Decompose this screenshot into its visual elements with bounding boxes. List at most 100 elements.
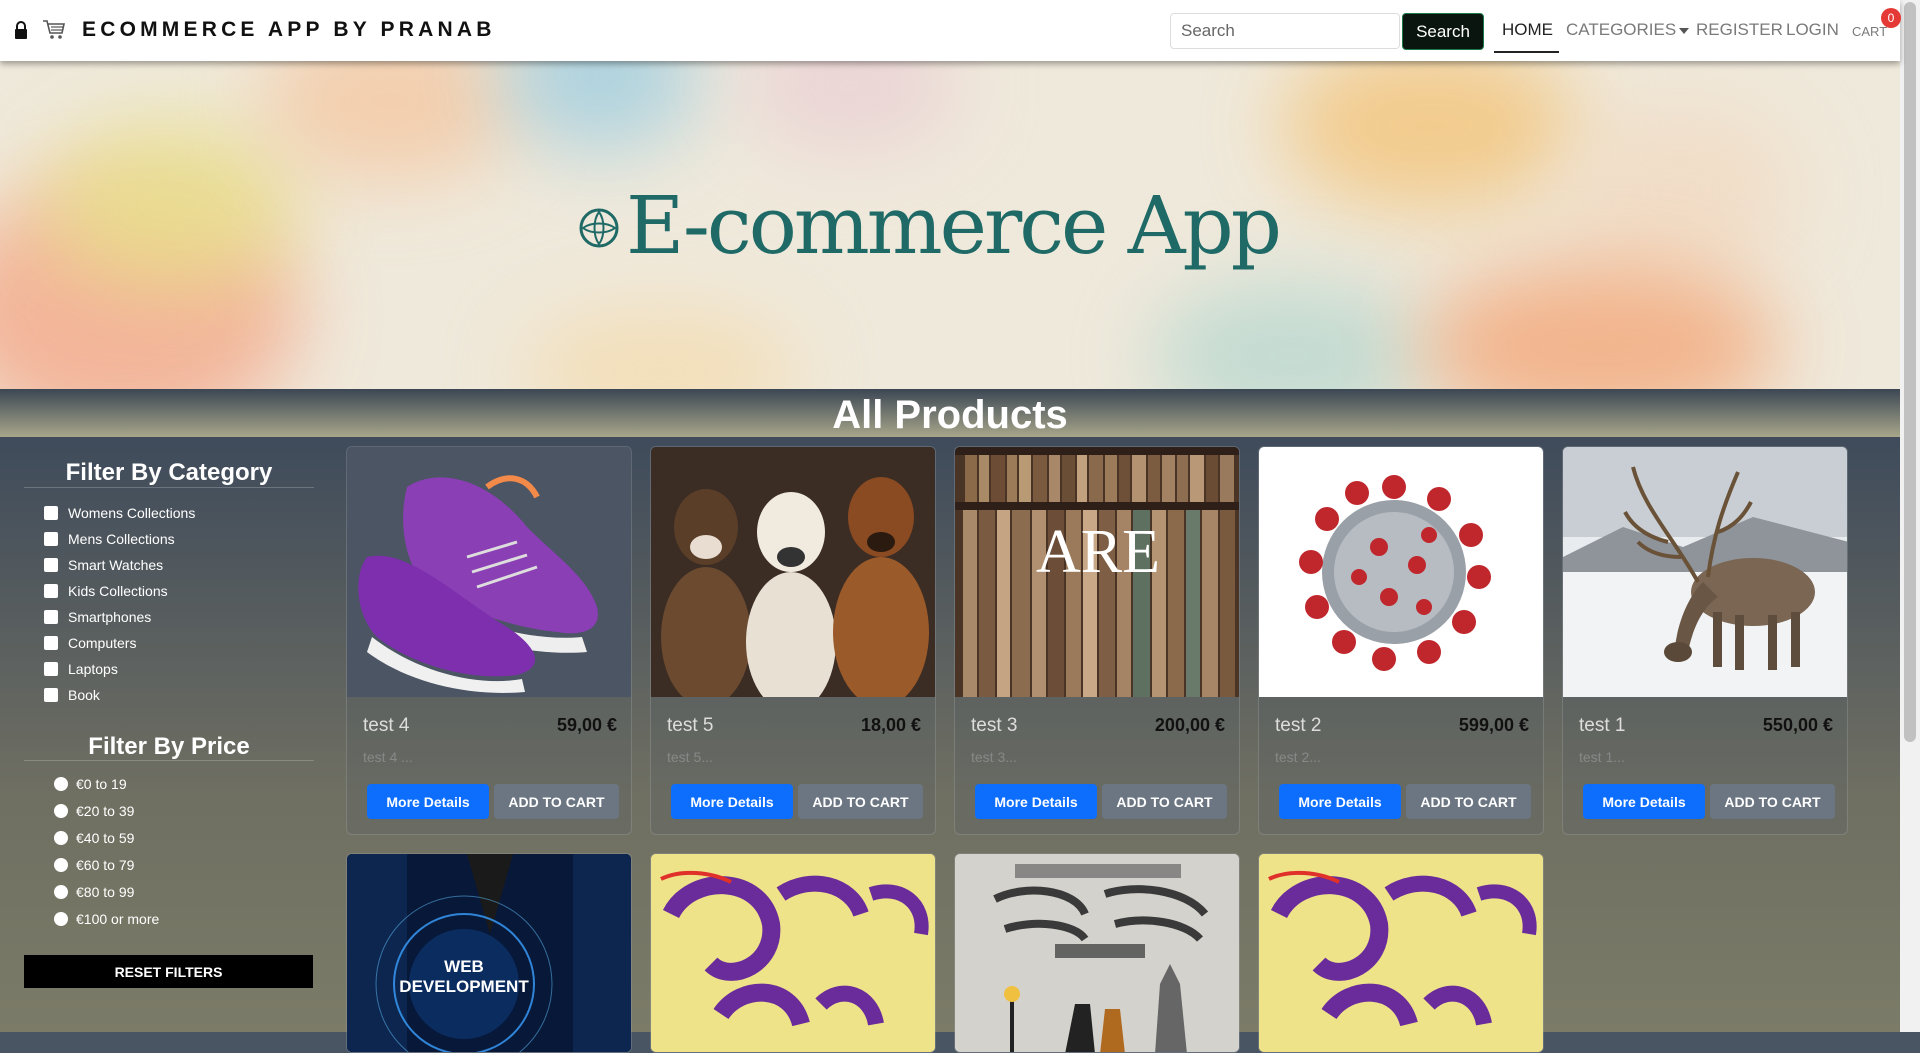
product-image[interactable] (955, 854, 1239, 1052)
more-details-button[interactable]: More Details (367, 784, 489, 819)
product-description: test 3... (971, 749, 1017, 765)
product-image[interactable] (1259, 854, 1543, 1052)
product-card: test 4 59,00 € test 4 ... More Details A… (346, 446, 632, 835)
price-filter-item[interactable]: €60 to 79 (54, 857, 134, 873)
price-label: €100 or more (76, 911, 160, 927)
category-filter-item[interactable]: Smart Watches (44, 557, 163, 573)
product-card: test 1 550,00 € test 1... More Details A… (1562, 446, 1848, 835)
vintage-book-cover-image (955, 854, 1239, 1052)
radio-button[interactable] (54, 858, 68, 872)
product-card: ARE test 3 200,00 € test 3... More Detai… (954, 446, 1240, 835)
product-price: 599,00 € (1458, 715, 1529, 735)
category-label: Laptops (68, 661, 118, 677)
add-to-cart-button[interactable]: ADD TO CART (1102, 784, 1227, 819)
product-price: 550,00 € (1762, 715, 1833, 735)
more-details-button[interactable]: More Details (671, 784, 793, 819)
category-label: Womens Collections (68, 505, 196, 521)
product-card: test 2 599,00 € test 2... More Details A… (1258, 446, 1544, 835)
more-details-button[interactable]: More Details (975, 784, 1097, 819)
price-filter-title: Filter By Price (88, 733, 250, 760)
scrollbar-thumb[interactable] (1904, 2, 1916, 742)
category-label: Smartphones (68, 609, 152, 625)
add-to-cart-button[interactable]: ADD TO CART (1710, 784, 1835, 819)
product-name: test 5 (667, 715, 714, 736)
product-image[interactable]: ARE (955, 447, 1239, 697)
product-name: test 3 (971, 715, 1018, 736)
product-image[interactable] (651, 447, 935, 697)
category-filter-title: Filter By Category (65, 459, 273, 486)
more-details-button[interactable]: More Details (1279, 784, 1401, 819)
sneakers-image (358, 475, 598, 693)
product-card (1258, 853, 1544, 1053)
image-text: DEVELOPMENT (399, 977, 529, 996)
caret-down-icon (1679, 27, 1690, 34)
radio-button[interactable] (54, 777, 68, 791)
category-filter-item[interactable]: Kids Collections (44, 583, 168, 599)
add-to-cart-button[interactable]: ADD TO CART (494, 784, 619, 819)
book-cover-image (651, 854, 935, 1052)
virus-image (1299, 475, 1491, 671)
nav-categories[interactable]: CATEGORIES (1566, 20, 1690, 40)
nav-register[interactable]: REGISTER (1696, 20, 1783, 40)
product-description: test 5... (667, 749, 713, 765)
price-filter-item[interactable]: €100 or more (54, 911, 159, 927)
product-image[interactable] (1563, 447, 1847, 697)
nav-categories-label: CATEGORIES (1566, 20, 1677, 39)
shopping-cart-icon (43, 20, 65, 39)
nav-home[interactable]: HOME (1502, 20, 1553, 40)
category-filter-item[interactable]: Mens Collections (44, 531, 175, 547)
nav-cart[interactable]: CART (1852, 24, 1887, 39)
product-image[interactable]: WEB DEVELOPMENT (347, 854, 631, 1052)
category-label: Mens Collections (68, 531, 175, 547)
category-label: Book (68, 687, 100, 703)
price-filter-item[interactable]: €40 to 59 (54, 830, 134, 846)
page-scrollbar[interactable] (1900, 0, 1920, 1032)
radio-button[interactable] (54, 831, 68, 845)
search-button[interactable]: Search (1402, 13, 1484, 50)
add-to-cart-button[interactable]: ADD TO CART (798, 784, 923, 819)
radio-button[interactable] (54, 804, 68, 818)
checkbox[interactable] (44, 532, 58, 546)
product-card (650, 853, 936, 1053)
category-filter-item[interactable]: Laptops (44, 661, 118, 677)
divider (24, 487, 314, 488)
brand[interactable]: ECOMMERCE APP BY PRANAB (14, 18, 496, 42)
price-label: €80 to 99 (76, 884, 135, 900)
product-name: test 2 (1275, 715, 1322, 736)
category-label: Kids Collections (68, 583, 168, 599)
checkbox[interactable] (44, 558, 58, 572)
price-label: €40 to 59 (76, 830, 135, 846)
checkbox[interactable] (44, 610, 58, 624)
product-image[interactable] (651, 854, 935, 1052)
active-nav-underline (1494, 51, 1559, 53)
checkbox[interactable] (44, 636, 58, 650)
book-cover-image (1259, 854, 1543, 1052)
price-filter-item[interactable]: €20 to 39 (54, 803, 134, 819)
radio-button[interactable] (54, 885, 68, 899)
product-price: 59,00 € (556, 715, 617, 735)
checkbox[interactable] (44, 662, 58, 676)
price-filter-item[interactable]: €0 to 19 (54, 776, 127, 792)
nav-login[interactable]: LOGIN (1786, 20, 1839, 40)
checkbox[interactable] (44, 506, 58, 520)
section-title: All Products (832, 393, 1068, 437)
checkbox[interactable] (44, 688, 58, 702)
category-filter-item[interactable]: Smartphones (44, 609, 151, 625)
reset-filters-button[interactable]: RESET FILTERS (24, 955, 313, 988)
category-filter-item[interactable]: Womens Collections (44, 505, 195, 521)
more-details-button[interactable]: More Details (1583, 784, 1705, 819)
category-filter-item[interactable]: Book (44, 687, 100, 703)
price-filter-item[interactable]: €80 to 99 (54, 884, 134, 900)
checkbox[interactable] (44, 584, 58, 598)
radio-button[interactable] (54, 912, 68, 926)
search-input[interactable] (1170, 13, 1400, 49)
product-image[interactable] (347, 447, 631, 697)
image-text: WEB (444, 957, 484, 976)
category-filter-item[interactable]: Computers (44, 635, 136, 651)
product-description: test 2... (1275, 749, 1321, 765)
product-price: 200,00 € (1154, 715, 1225, 735)
add-to-cart-button[interactable]: ADD TO CART (1406, 784, 1531, 819)
product-name: test 1 (1579, 715, 1626, 736)
product-image[interactable] (1259, 447, 1543, 697)
divider (24, 760, 314, 761)
